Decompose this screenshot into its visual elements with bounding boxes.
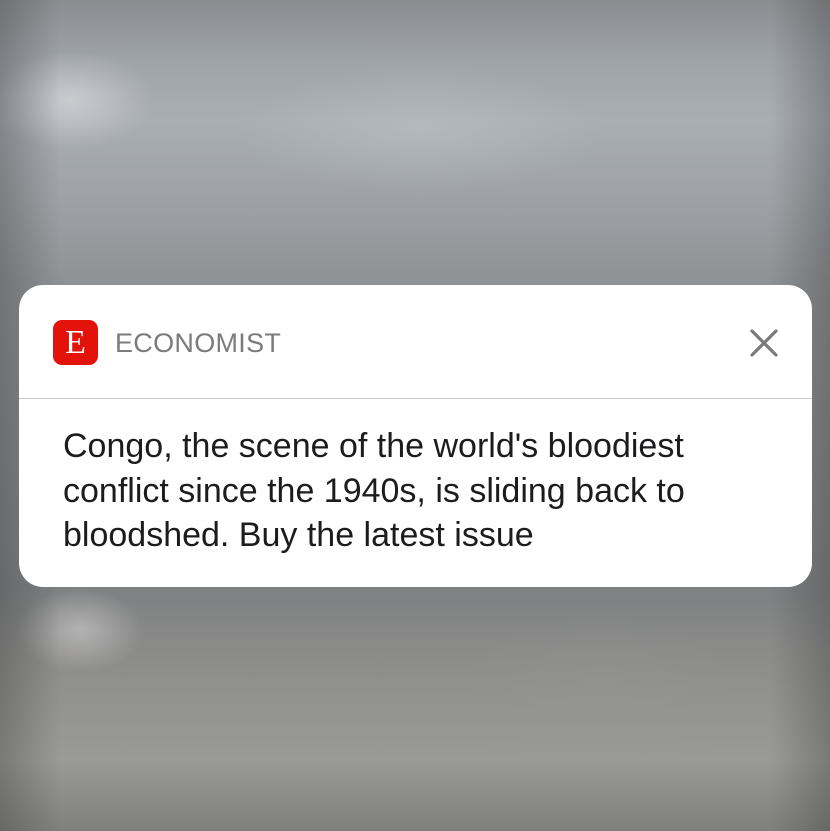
app-name: ECONOMIST [115,328,282,358]
close-icon [750,329,778,357]
notification-card[interactable]: E ECONOMIST Congo, the scene of the worl… [19,285,812,587]
notification-message: Congo, the scene of the world's bloodies… [63,427,685,554]
notification-header: E ECONOMIST [19,285,812,399]
economist-app-icon: E [53,320,98,365]
close-button[interactable] [746,325,782,361]
